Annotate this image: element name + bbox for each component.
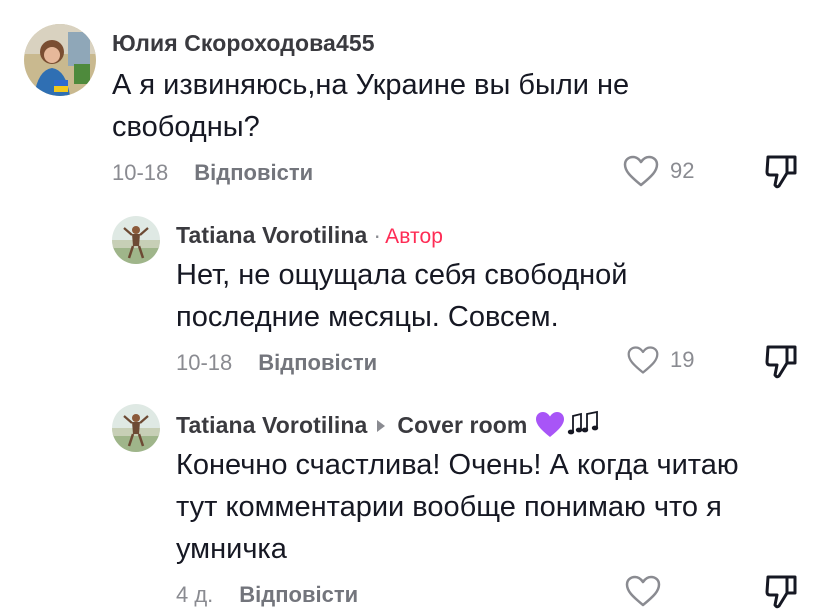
heart-outline-icon xyxy=(623,155,659,187)
comment-username: Tatiana Vorotilina Cover room xyxy=(176,410,601,444)
comment-text-line: Конечно счастлива! Очень! А когда читаю xyxy=(176,449,739,481)
comment-text: А я извиняюсь,на Украине вы были не своб… xyxy=(112,64,629,148)
avatar[interactable] xyxy=(24,24,96,96)
dislike-icon xyxy=(765,345,797,379)
dislike-icon xyxy=(765,575,797,609)
avatar-photo-icon xyxy=(24,24,96,96)
reply-arrow-icon xyxy=(377,420,386,432)
like-button[interactable]: 19 xyxy=(626,344,694,376)
reply-to-username[interactable]: Cover room xyxy=(397,412,527,438)
like-count: 92 xyxy=(670,158,695,183)
comment-text-line: последние месяцы. Совсем. xyxy=(176,301,559,333)
comment-text-line: тут комментарии вообще понимаю что я xyxy=(176,491,722,523)
dislike-button[interactable] xyxy=(764,344,798,380)
comment-date: 10-18 xyxy=(176,350,233,375)
avatar-photo-icon xyxy=(112,404,160,452)
comment-username-link[interactable]: Tatiana Vorotilina xyxy=(176,222,367,248)
comment-date: 10-18 xyxy=(112,160,169,185)
reply-button[interactable]: Відповісти xyxy=(258,350,377,375)
dislike-button[interactable] xyxy=(764,154,798,190)
comment-username[interactable]: Юлия Скороходова455 xyxy=(112,30,375,57)
like-count: 19 xyxy=(670,347,695,372)
avatar-photo-icon xyxy=(112,216,160,264)
comment-text-line: Нет, не ощущала себя свободной xyxy=(176,259,628,291)
separator-dot: · xyxy=(373,222,382,248)
music-notes-emoji xyxy=(567,410,601,444)
reply-button[interactable]: Відповісти xyxy=(194,160,313,185)
comment-text: Нет, не ощущала себя свободной последние… xyxy=(176,254,628,338)
comment-meta: 10-18 Відповісти xyxy=(176,350,377,376)
comment-username: Tatiana Vorotilina · Автор xyxy=(176,222,443,249)
comment-text-line: свободны? xyxy=(112,111,260,143)
heart-outline-icon xyxy=(627,346,659,374)
like-button[interactable] xyxy=(624,574,672,608)
comment-meta: 10-18 Відповісти xyxy=(112,160,313,186)
comment-thread: Юлия Скороходова455 А я извиняюсь,на Укр… xyxy=(0,0,828,616)
author-badge: Автор xyxy=(385,225,444,248)
comment-text: Конечно счастлива! Очень! А когда читаю … xyxy=(176,444,739,570)
heart-outline-icon xyxy=(625,575,661,607)
comment-date: 4 д. xyxy=(176,582,214,607)
like-button[interactable]: 92 xyxy=(622,154,694,188)
comment-meta: 4 д. Відповісти xyxy=(176,582,358,608)
comment-username-link[interactable]: Tatiana Vorotilina xyxy=(176,412,367,438)
reply-button[interactable]: Відповісти xyxy=(239,582,358,607)
dislike-button[interactable] xyxy=(764,574,798,610)
comment-text-line: А я извиняюсь,на Украине вы были не xyxy=(112,69,630,101)
comment-text-line: умничка xyxy=(176,533,287,565)
purple-heart-emoji xyxy=(535,411,565,444)
avatar[interactable] xyxy=(112,404,160,452)
dislike-icon xyxy=(765,155,797,189)
avatar[interactable] xyxy=(112,216,160,264)
